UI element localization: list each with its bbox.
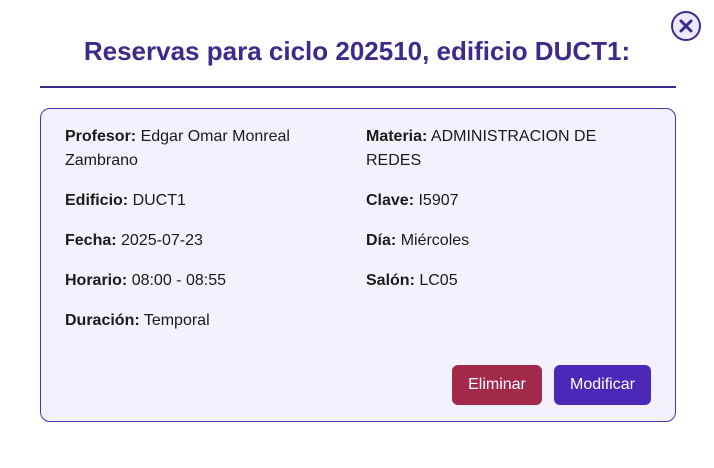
profesor-label: Profesor:	[65, 128, 137, 145]
field-dia: Día: Miércoles	[366, 229, 646, 253]
edificio-label: Edificio:	[65, 192, 129, 209]
reservation-modal: Reservas para ciclo 202510, edificio DUC…	[0, 0, 714, 468]
fecha-label: Fecha:	[65, 232, 117, 249]
materia-label: Materia:	[366, 128, 428, 145]
duracion-value: Temporal	[143, 312, 210, 329]
field-salon: Salón: LC05	[366, 269, 646, 293]
duracion-label: Duración:	[65, 312, 140, 329]
field-fecha: Fecha: 2025-07-23	[65, 229, 335, 253]
modal-title: Reservas para ciclo 202510, edificio DUC…	[83, 36, 631, 66]
dia-label: Día:	[366, 232, 397, 249]
field-duracion: Duración: Temporal	[65, 309, 335, 333]
field-profesor: Profesor: Edgar Omar Monreal Zambrano	[65, 125, 335, 173]
horario-label: Horario:	[65, 272, 128, 289]
field-materia: Materia: ADMINISTRACION DE REDES	[366, 125, 646, 173]
clave-label: Clave:	[366, 192, 415, 209]
fecha-value: 2025-07-23	[121, 232, 203, 249]
title-divider	[40, 86, 676, 88]
dia-value: Miércoles	[400, 232, 470, 249]
close-x-icon	[679, 19, 693, 33]
field-horario: Horario: 08:00 - 08:55	[65, 269, 335, 293]
horario-value: 08:00 - 08:55	[131, 272, 226, 289]
edificio-value: DUCT1	[132, 192, 186, 209]
modify-button[interactable]: Modificar	[554, 365, 651, 405]
field-clave: Clave: I5907	[366, 189, 646, 213]
salon-label: Salón:	[366, 272, 415, 289]
delete-button[interactable]: Eliminar	[452, 365, 542, 405]
field-edificio: Edificio: DUCT1	[65, 189, 335, 213]
salon-value: LC05	[419, 272, 458, 289]
clave-value: I5907	[418, 192, 459, 209]
reservation-card: Profesor: Edgar Omar Monreal Zambrano Ma…	[40, 108, 676, 422]
